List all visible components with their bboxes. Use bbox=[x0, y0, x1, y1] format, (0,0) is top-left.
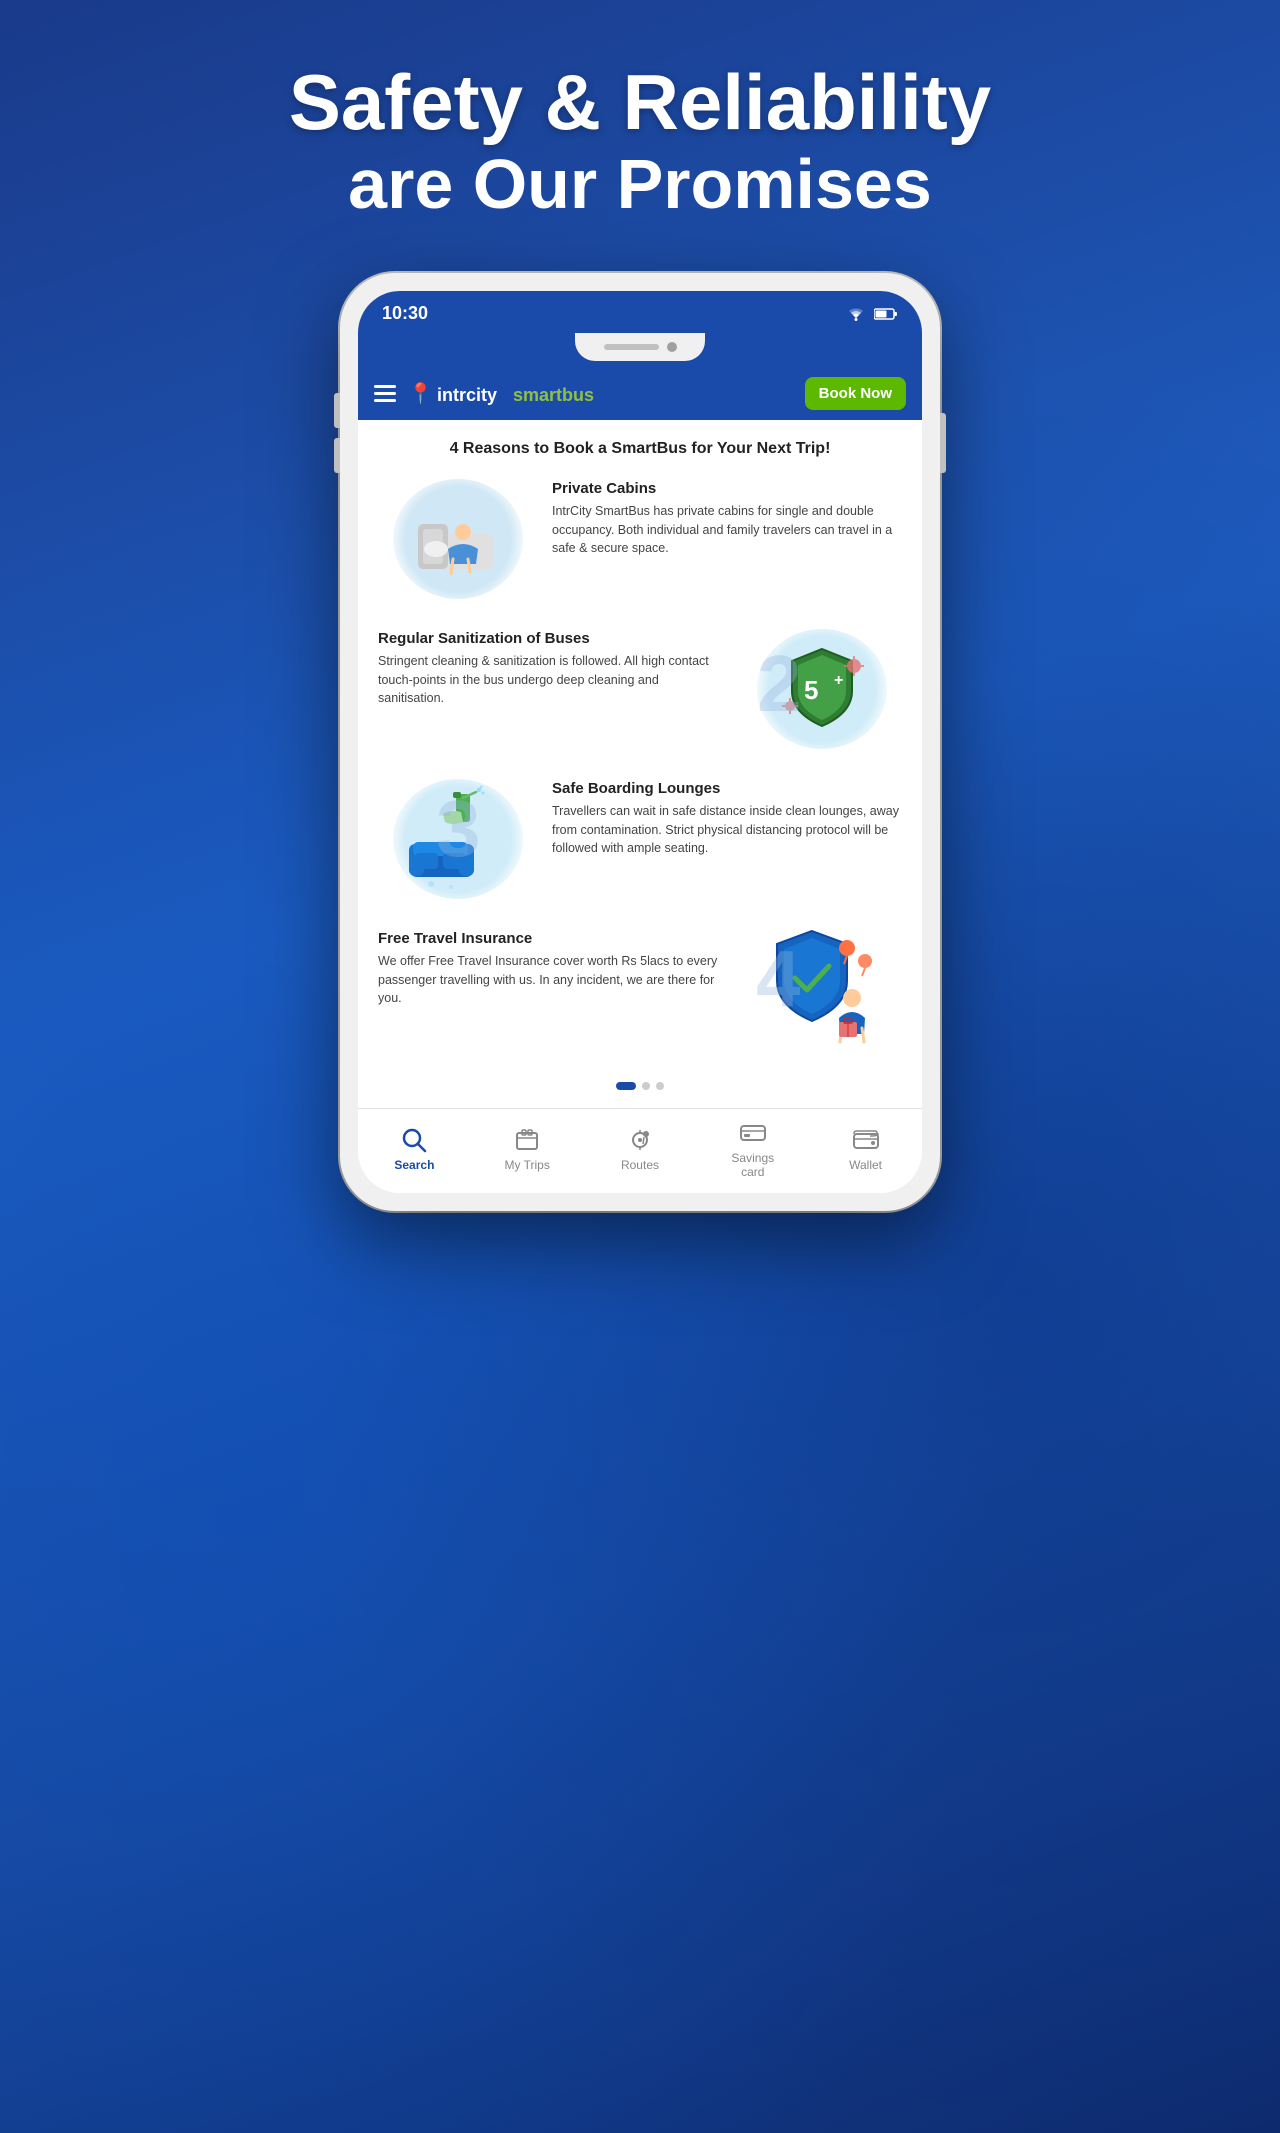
volume-up-button bbox=[334, 393, 340, 428]
content-area: 4 Reasons to Book a SmartBus for Your Ne… bbox=[358, 420, 922, 1108]
dots-indicator bbox=[378, 1074, 902, 1098]
app-header: 📍 intrcity smartbus Book Now bbox=[358, 367, 922, 420]
svg-text:+: + bbox=[834, 672, 843, 689]
routes-nav-icon bbox=[626, 1126, 654, 1154]
wallet-nav-icon bbox=[852, 1126, 880, 1154]
hero-line2: are Our Promises bbox=[289, 146, 991, 223]
reason-item-3: 3 bbox=[378, 774, 902, 904]
reason-1-title: Private Cabins bbox=[552, 480, 902, 497]
app-logo: 📍 intrcity smartbus bbox=[408, 379, 793, 407]
reason-4-desc: We offer Free Travel Insurance cover wor… bbox=[378, 952, 728, 1008]
cabin-svg bbox=[408, 494, 508, 584]
reason-2-illustration: 2 5 + bbox=[742, 624, 902, 754]
logo-svg: intrcity smartbus bbox=[437, 379, 617, 407]
book-now-button[interactable]: Book Now bbox=[805, 377, 906, 410]
trips-nav-label: My Trips bbox=[505, 1158, 550, 1172]
reason-4-text: Free Travel Insurance We offer Free Trav… bbox=[378, 924, 728, 1008]
savings-nav-label: Savingscard bbox=[731, 1151, 774, 1179]
section-title: 4 Reasons to Book a SmartBus for Your Ne… bbox=[378, 440, 902, 458]
reason-2-desc: Stringent cleaning & sanitization is fol… bbox=[378, 652, 728, 708]
svg-text:5: 5 bbox=[804, 675, 818, 705]
reason-4-number: 4 bbox=[756, 939, 801, 1019]
nav-my-trips[interactable]: My Trips bbox=[487, 1126, 567, 1172]
status-time: 10:30 bbox=[382, 303, 428, 324]
trips-nav-icon bbox=[513, 1126, 541, 1154]
reason-1-illustration: 1 bbox=[378, 474, 538, 604]
svg-text:intrcity: intrcity bbox=[437, 385, 497, 405]
search-nav-icon bbox=[400, 1126, 428, 1154]
speaker bbox=[604, 344, 659, 350]
power-button bbox=[940, 413, 946, 473]
nav-wallet[interactable]: Wallet bbox=[826, 1126, 906, 1172]
status-bar: 10:30 bbox=[358, 291, 922, 333]
hero-line1: Safety & Reliability bbox=[289, 60, 991, 146]
reason-item-1: 1 bbox=[378, 474, 902, 604]
status-icons bbox=[846, 307, 898, 321]
reason-1-desc: IntrCity SmartBus has private cabins for… bbox=[552, 502, 902, 558]
wifi-icon bbox=[846, 307, 866, 321]
reason-3-title: Safe Boarding Lounges bbox=[552, 780, 902, 797]
nav-routes[interactable]: Routes bbox=[600, 1126, 680, 1172]
reason-4-illustration: 4 bbox=[742, 924, 902, 1054]
camera bbox=[667, 342, 677, 352]
notch bbox=[575, 333, 705, 361]
notch-area bbox=[358, 333, 922, 367]
search-nav-label: Search bbox=[394, 1158, 434, 1172]
hero-section: Safety & Reliability are Our Promises bbox=[289, 60, 991, 223]
reason-3-number: 3 bbox=[436, 789, 481, 869]
reason-4-title: Free Travel Insurance bbox=[378, 930, 728, 947]
dot-3 bbox=[656, 1082, 664, 1090]
reason-2-title: Regular Sanitization of Buses bbox=[378, 630, 728, 647]
battery-icon bbox=[874, 308, 898, 320]
reason-item-2: 2 5 + bbox=[378, 624, 902, 754]
savings-nav-icon bbox=[739, 1119, 767, 1147]
svg-text:smartbus: smartbus bbox=[513, 385, 594, 405]
hamburger-menu[interactable] bbox=[374, 385, 396, 402]
dot-1 bbox=[616, 1082, 636, 1090]
reason-3-desc: Travellers can wait in safe distance ins… bbox=[552, 802, 902, 858]
phone-mockup: 10:30 bbox=[340, 273, 940, 1211]
reason-3-text: Safe Boarding Lounges Travellers can wai… bbox=[552, 774, 902, 858]
dot-2 bbox=[642, 1082, 650, 1090]
logo-pin-icon: 📍 bbox=[408, 381, 433, 406]
nav-savings[interactable]: Savingscard bbox=[713, 1119, 793, 1179]
volume-down-button bbox=[334, 438, 340, 473]
reason-1-text: Private Cabins IntrCity SmartBus has pri… bbox=[552, 474, 902, 558]
reason-2-text: Regular Sanitization of Buses Stringent … bbox=[378, 624, 728, 708]
wallet-nav-label: Wallet bbox=[849, 1158, 882, 1172]
cabin-illustration bbox=[393, 479, 523, 599]
routes-nav-label: Routes bbox=[621, 1158, 659, 1172]
nav-search[interactable]: Search bbox=[374, 1126, 454, 1172]
bottom-navigation: Search My Trips bbox=[358, 1108, 922, 1193]
reason-2-number: 2 bbox=[757, 644, 802, 724]
reason-3-illustration: 3 bbox=[378, 774, 538, 904]
reason-item-4: 4 bbox=[378, 924, 902, 1054]
